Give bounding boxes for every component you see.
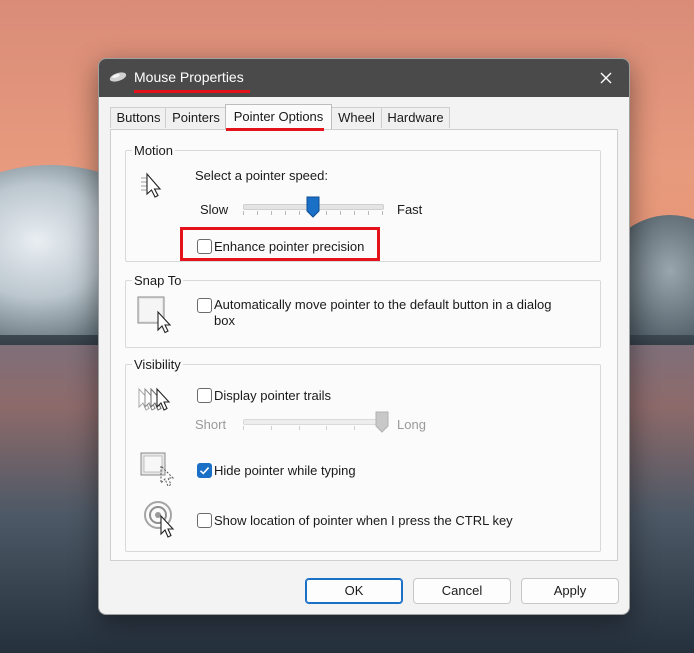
hide-pointer-icon <box>140 452 175 487</box>
show-location-checkbox[interactable] <box>197 513 212 528</box>
title-bar[interactable]: Mouse Properties <box>99 59 629 97</box>
mouse-icon <box>109 72 127 82</box>
pointer-trails-track[interactable] <box>243 419 384 425</box>
slider-thumb-icon[interactable] <box>306 196 320 218</box>
slider-thumb-icon[interactable] <box>375 411 389 433</box>
close-button[interactable] <box>589 65 623 91</box>
slider-tick <box>243 426 244 430</box>
hide-pointer-checkbox[interactable] <box>197 463 212 478</box>
apply-button[interactable]: Apply <box>521 578 619 604</box>
slider-tick <box>243 211 244 215</box>
slow-label: Slow <box>200 202 229 217</box>
tab-label: Buttons <box>116 110 161 125</box>
hide-pointer-label[interactable]: Hide pointer while typing <box>214 463 356 478</box>
tab-label: Wheel <box>338 110 375 125</box>
checkmark-icon <box>199 467 210 475</box>
slider-tick <box>354 426 355 430</box>
slider-tick <box>271 426 272 430</box>
short-label: Short <box>195 417 227 432</box>
tab-wheel[interactable]: Wheel <box>330 107 383 128</box>
show-location-icon <box>144 501 175 538</box>
slider-tick <box>299 211 300 215</box>
tab-pointers[interactable]: Pointers <box>165 107 227 128</box>
snap-to-group-title: Snap To <box>132 273 184 288</box>
title-red-underline <box>134 90 250 93</box>
tab-label: Hardware <box>387 110 444 125</box>
show-location-label[interactable]: Show location of pointer when I press th… <box>214 513 513 528</box>
slider-tick <box>271 211 272 215</box>
tab-pointer-options[interactable]: Pointer Options <box>225 104 332 129</box>
slider-tick <box>382 211 383 215</box>
snap-to-label-line2[interactable]: box <box>214 313 235 328</box>
fast-label: Fast <box>397 202 423 217</box>
pointer-trails-label[interactable]: Display pointer trails <box>214 388 331 403</box>
tab-hardware[interactable]: Hardware <box>381 107 450 128</box>
ok-button[interactable]: OK <box>305 578 403 604</box>
snap-to-label-line1[interactable]: Automatically move pointer to the defaul… <box>214 297 552 312</box>
slider-tick <box>285 211 286 215</box>
slider-tick <box>326 426 327 430</box>
snap-to-icon <box>137 296 172 334</box>
snap-to-checkbox[interactable] <box>197 298 212 313</box>
snap-to-group <box>125 280 601 348</box>
close-icon <box>600 72 612 84</box>
tab-label: Pointers <box>172 110 220 125</box>
motion-group-title: Motion <box>132 143 176 158</box>
slider-tick <box>326 211 327 215</box>
tab-label: Pointer Options <box>233 109 324 124</box>
enhance-precision-highlight <box>180 227 380 261</box>
long-label: Long <box>397 417 426 432</box>
slider-tick <box>340 211 341 215</box>
cancel-button[interactable]: Cancel <box>413 578 511 604</box>
visibility-group-title: Visibility <box>132 357 183 372</box>
pointer-speed-icon <box>141 172 162 198</box>
slider-tick <box>354 211 355 215</box>
mouse-properties-dialog: Mouse Properties Buttons Pointers Pointe… <box>98 58 630 615</box>
tab-buttons[interactable]: Buttons <box>110 107 167 128</box>
pointer-trails-checkbox[interactable] <box>197 388 212 403</box>
slider-tick <box>299 426 300 430</box>
slider-tick <box>368 211 369 215</box>
slider-tick <box>257 211 258 215</box>
pointer-trails-icon <box>138 387 171 411</box>
window-title: Mouse Properties <box>134 69 244 85</box>
tab-red-underline <box>226 128 324 131</box>
pointer-speed-label: Select a pointer speed: <box>195 168 328 183</box>
